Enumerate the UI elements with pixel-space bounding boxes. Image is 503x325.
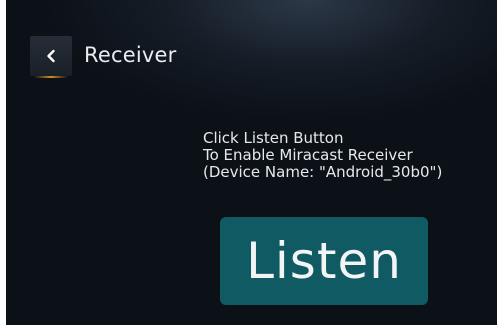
chevron-left-icon [45, 49, 57, 63]
back-button-accent-underline [34, 76, 68, 78]
back-button[interactable] [30, 36, 72, 78]
instruction-line-1: Click Listen Button [203, 129, 344, 147]
instruction-line-3: (Device Name: "Android_30b0") [203, 163, 443, 181]
instructions-text: Click Listen Button To Enable Miracast R… [203, 130, 442, 181]
listen-button[interactable]: Listen [220, 217, 428, 305]
page-title: Receiver [84, 43, 177, 67]
listen-button-label: Listen [246, 232, 402, 290]
instruction-line-2: To Enable Miracast Receiver [203, 146, 413, 164]
receiver-screen: Receiver Click Listen Button To Enable M… [6, 0, 497, 325]
